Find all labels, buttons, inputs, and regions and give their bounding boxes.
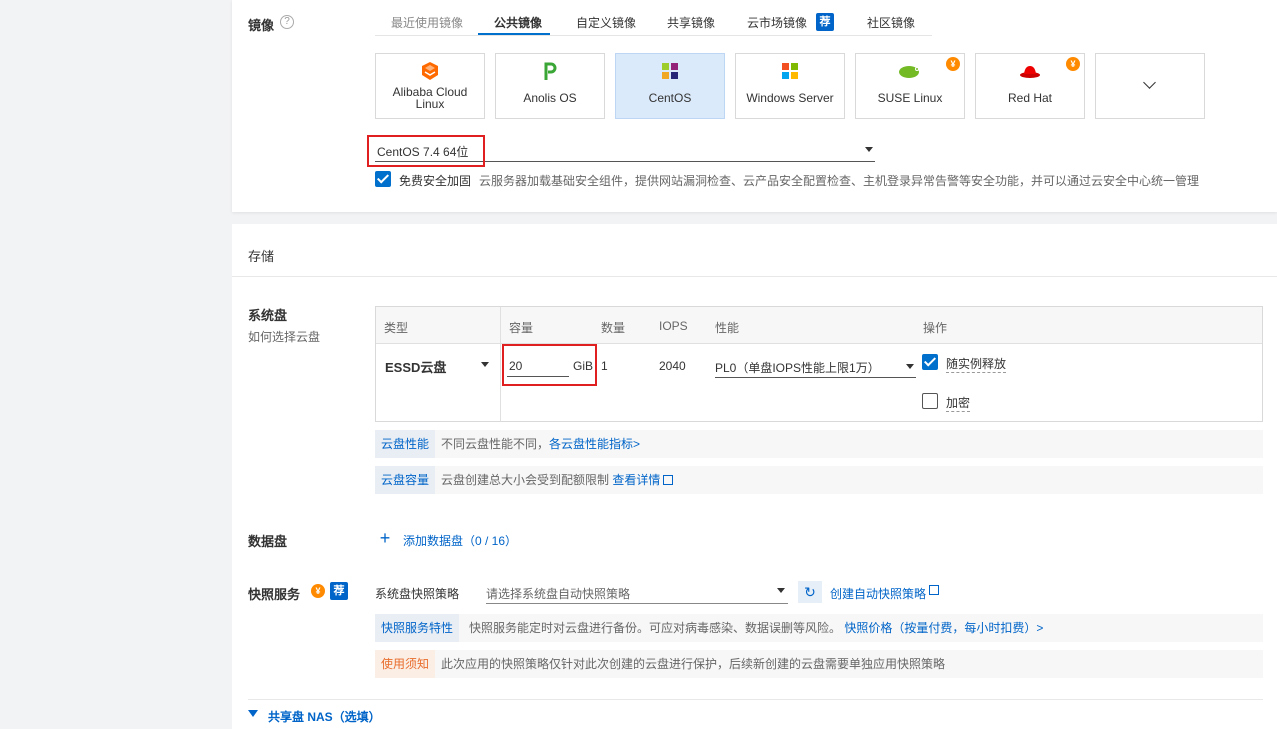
help-icon[interactable]: ? xyxy=(280,15,294,29)
section-divider xyxy=(232,276,1277,277)
disk-capacity-tag: 云盘容量 xyxy=(375,466,436,494)
more-os-button[interactable] xyxy=(1095,53,1205,119)
usage-notice-text: 此次应用的快照策略仅针对此次创建的云盘进行保护，后续新创建的云盘需要单独应用快照… xyxy=(441,657,946,671)
disk-iops: 2040 xyxy=(659,359,686,373)
security-hardening-label: 免费安全加固 xyxy=(399,174,472,188)
column-divider xyxy=(500,307,501,421)
storage-section-title: 存储 xyxy=(248,249,275,264)
snapshot-policy-placeholder: 请选择系统盘自动快照策略 xyxy=(486,587,631,601)
disk-type-select[interactable]: ESSD云盘 xyxy=(385,357,493,377)
column-header-type: 类型 xyxy=(384,321,409,335)
caret-down-icon xyxy=(481,362,489,367)
disk-type-value: ESSD云盘 xyxy=(385,360,447,375)
os-card-centos[interactable]: CentOS xyxy=(615,53,725,119)
disk-performance-link[interactable]: 各云盘性能指标> xyxy=(549,437,640,451)
recommend-badge: 荐 xyxy=(330,582,348,600)
add-data-disk-button[interactable]: 添加数据盘（0 / 16） xyxy=(403,532,517,549)
encrypt-label: 加密 xyxy=(946,396,971,412)
tab-bar-divider xyxy=(375,35,932,36)
image-section-label: 镜像 xyxy=(248,18,275,33)
security-hardening-checkbox[interactable] xyxy=(375,171,391,187)
caret-down-icon xyxy=(777,588,785,593)
recommend-badge: 荐 xyxy=(816,13,834,31)
image-section: 镜像 ? 最近使用镜像 公共镜像 自定义镜像 共享镜像 云市场镜像 荐 社区镜像… xyxy=(232,0,1277,212)
os-card-label: Windows Server xyxy=(746,91,834,105)
tab-custom-images[interactable]: 自定义镜像 xyxy=(576,14,636,31)
anolis-os-icon xyxy=(496,62,604,80)
shared-nas-toggle[interactable]: 共享盘 NAS（选填） xyxy=(268,708,381,725)
snapshot-policy-select[interactable]: 请选择系统盘自动快照策略 xyxy=(486,579,788,604)
os-card-label: Anolis OS xyxy=(523,91,577,105)
os-card-label: CentOS xyxy=(648,91,692,105)
select-underline xyxy=(486,603,788,604)
choose-disk-help-link[interactable]: 如何选择云盘 xyxy=(248,328,320,345)
system-disk-table: 类型 容量 数量 IOPS 性能 操作 ESSD云盘 20 GiB 1 2040… xyxy=(375,306,1263,422)
data-disk-label: 数据盘 xyxy=(248,534,288,549)
os-card-suse-linux[interactable]: ¥ SUSE Linux xyxy=(855,53,965,119)
column-header-actions: 操作 xyxy=(923,321,948,335)
os-card-label: Red Hat xyxy=(1007,91,1053,105)
active-tab-indicator xyxy=(478,33,550,35)
usage-notice-tag: 使用须知 xyxy=(375,650,436,678)
column-header-iops: IOPS xyxy=(659,319,688,333)
disk-capacity-text: 云盘创建总大小会受到配额限制 查看详情 xyxy=(441,473,661,487)
disk-performance-info: 云盘性能 不同云盘性能不同，各云盘性能指标> xyxy=(375,430,1263,458)
encrypt-checkbox[interactable] xyxy=(922,393,938,409)
os-card-red-hat[interactable]: ¥ Red Hat xyxy=(975,53,1085,119)
disk-capacity-info: 云盘容量 云盘创建总大小会受到配额限制 查看详情 xyxy=(375,466,1263,494)
redhat-icon xyxy=(976,62,1084,80)
release-with-instance-label: 随实例释放 xyxy=(946,357,1007,373)
system-disk-label: 系统盘 xyxy=(248,308,288,323)
tab-marketplace-images[interactable]: 云市场镜像 xyxy=(747,14,807,31)
chevron-down-icon xyxy=(1143,76,1156,89)
view-details-link[interactable]: 查看详情 xyxy=(612,473,660,487)
snapshot-feature-text: 快照服务能定时对云盘进行备份。可应对病毒感染、数据误删等风险。 快照价格（按量付… xyxy=(469,621,1044,635)
snapshot-notice-info: 使用须知 此次应用的快照策略仅针对此次创建的云盘进行保护，后续新创建的云盘需要单… xyxy=(375,650,1263,678)
refresh-icon[interactable]: ↻ xyxy=(798,581,822,603)
disk-count: 1 xyxy=(601,359,608,373)
highlight-box-capacity xyxy=(502,344,597,386)
suse-icon xyxy=(856,62,964,80)
external-link-icon[interactable] xyxy=(663,475,673,485)
tab-shared-images[interactable]: 共享镜像 xyxy=(667,14,715,31)
caret-down-icon xyxy=(865,147,873,152)
paid-coin-icon: ¥ xyxy=(311,584,325,598)
snapshot-price-link[interactable]: 快照价格（按量付费，每小时扣费）> xyxy=(844,621,1043,635)
create-snapshot-policy-link[interactable]: 创建自动快照策略 xyxy=(830,585,926,602)
section-divider xyxy=(248,699,1263,700)
column-header-capacity: 容量 xyxy=(509,321,534,335)
table-header: 类型 容量 数量 IOPS 性能 操作 xyxy=(376,307,1262,344)
highlight-box-os-version xyxy=(367,135,485,167)
performance-value: PL0（单盘IOPS性能上限1万） xyxy=(715,361,880,375)
triangle-down-icon[interactable] xyxy=(248,710,258,717)
tab-recent-images[interactable]: 最近使用镜像 xyxy=(391,14,463,31)
snapshot-service-label: 快照服务 xyxy=(248,587,301,602)
tab-community-images[interactable]: 社区镜像 xyxy=(867,14,915,31)
external-link-icon[interactable] xyxy=(929,585,939,595)
alibaba-cloud-linux-icon xyxy=(376,62,484,80)
tab-public-images[interactable]: 公共镜像 xyxy=(494,14,542,31)
os-card-alibaba-cloud-linux[interactable]: Alibaba Cloud Linux xyxy=(375,53,485,119)
disk-performance-text: 不同云盘性能不同，各云盘性能指标> xyxy=(441,437,641,451)
snapshot-policy-label: 系统盘快照策略 xyxy=(375,587,460,601)
snapshot-feature-tag: 快照服务特性 xyxy=(375,614,460,642)
os-card-anolis-os[interactable]: Anolis OS xyxy=(495,53,605,119)
storage-section: 存储 系统盘 如何选择云盘 类型 容量 数量 IOPS 性能 操作 ESSD云盘… xyxy=(232,224,1277,729)
select-underline xyxy=(715,377,916,378)
centos-icon xyxy=(616,62,724,80)
os-card-label-line2: Linux xyxy=(415,97,445,111)
caret-down-icon xyxy=(906,364,914,369)
plus-icon[interactable]: + xyxy=(375,529,395,549)
column-header-count: 数量 xyxy=(601,321,626,335)
disk-performance-tag: 云盘性能 xyxy=(375,430,436,458)
security-hardening-hint: 云服务器加载基础安全组件，提供网站漏洞检查、云产品安全配置检查、主机登录异常告警… xyxy=(479,174,1200,188)
performance-select[interactable]: PL0（单盘IOPS性能上限1万） xyxy=(715,354,916,378)
column-header-performance: 性能 xyxy=(715,321,740,335)
release-with-instance-checkbox[interactable] xyxy=(922,354,938,370)
os-card-label: SUSE Linux xyxy=(877,91,943,105)
snapshot-feature-info: 快照服务特性 快照服务能定时对云盘进行备份。可应对病毒感染、数据误删等风险。 快… xyxy=(375,614,1263,642)
windows-icon xyxy=(736,62,844,80)
os-card-windows-server[interactable]: Windows Server xyxy=(735,53,845,119)
